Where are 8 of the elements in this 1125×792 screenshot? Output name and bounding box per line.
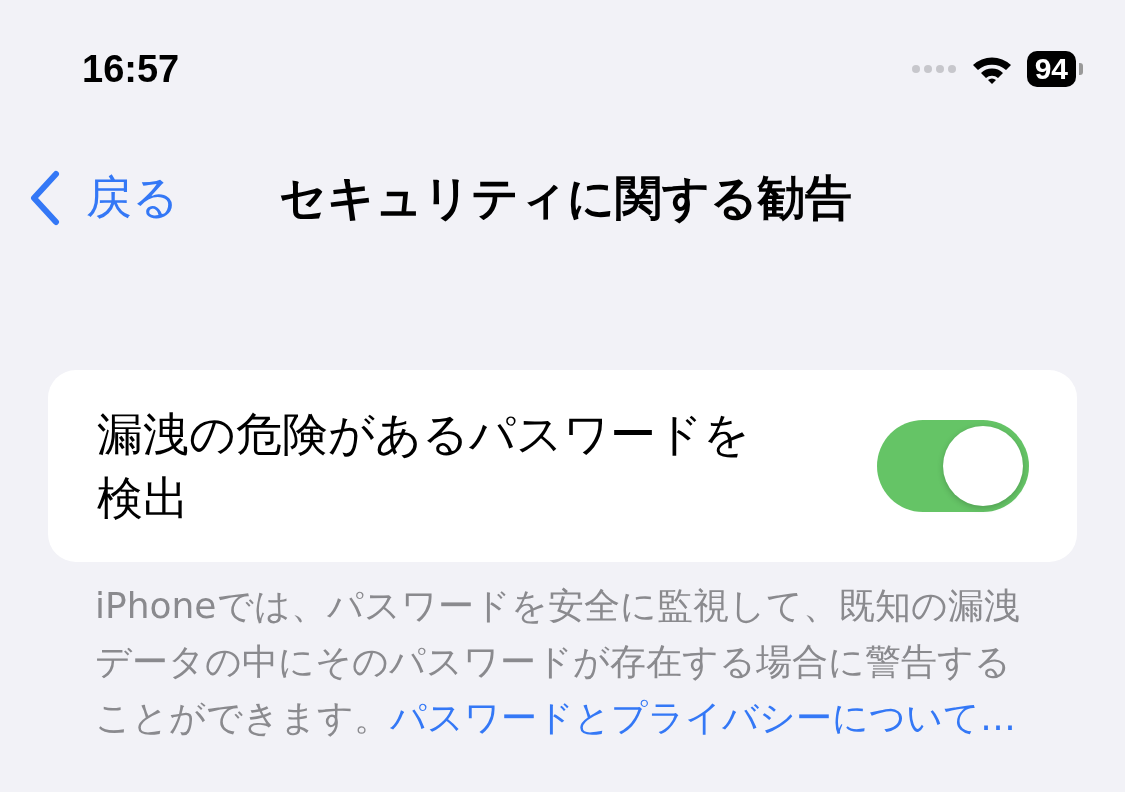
signal-icon — [910, 64, 957, 74]
chevron-icon — [28, 170, 62, 226]
page-title: セキュリティに関する勧告 — [279, 168, 852, 227]
privacy-link[interactable]: パスワードとプライバシーについて… — [390, 697, 1016, 738]
setting-label: 漏洩の危険があるパスワードを検出 — [97, 406, 751, 527]
status-time: 16:57 — [82, 47, 180, 91]
back-button[interactable]: 戻る — [28, 167, 179, 229]
footer-description: iPhoneでは、パスワードを安全に監視して、既知の漏洩データの中にそのパスワードが存在する場合に警告することができます。パスワードとプライバシーについて… — [95, 584, 1021, 740]
